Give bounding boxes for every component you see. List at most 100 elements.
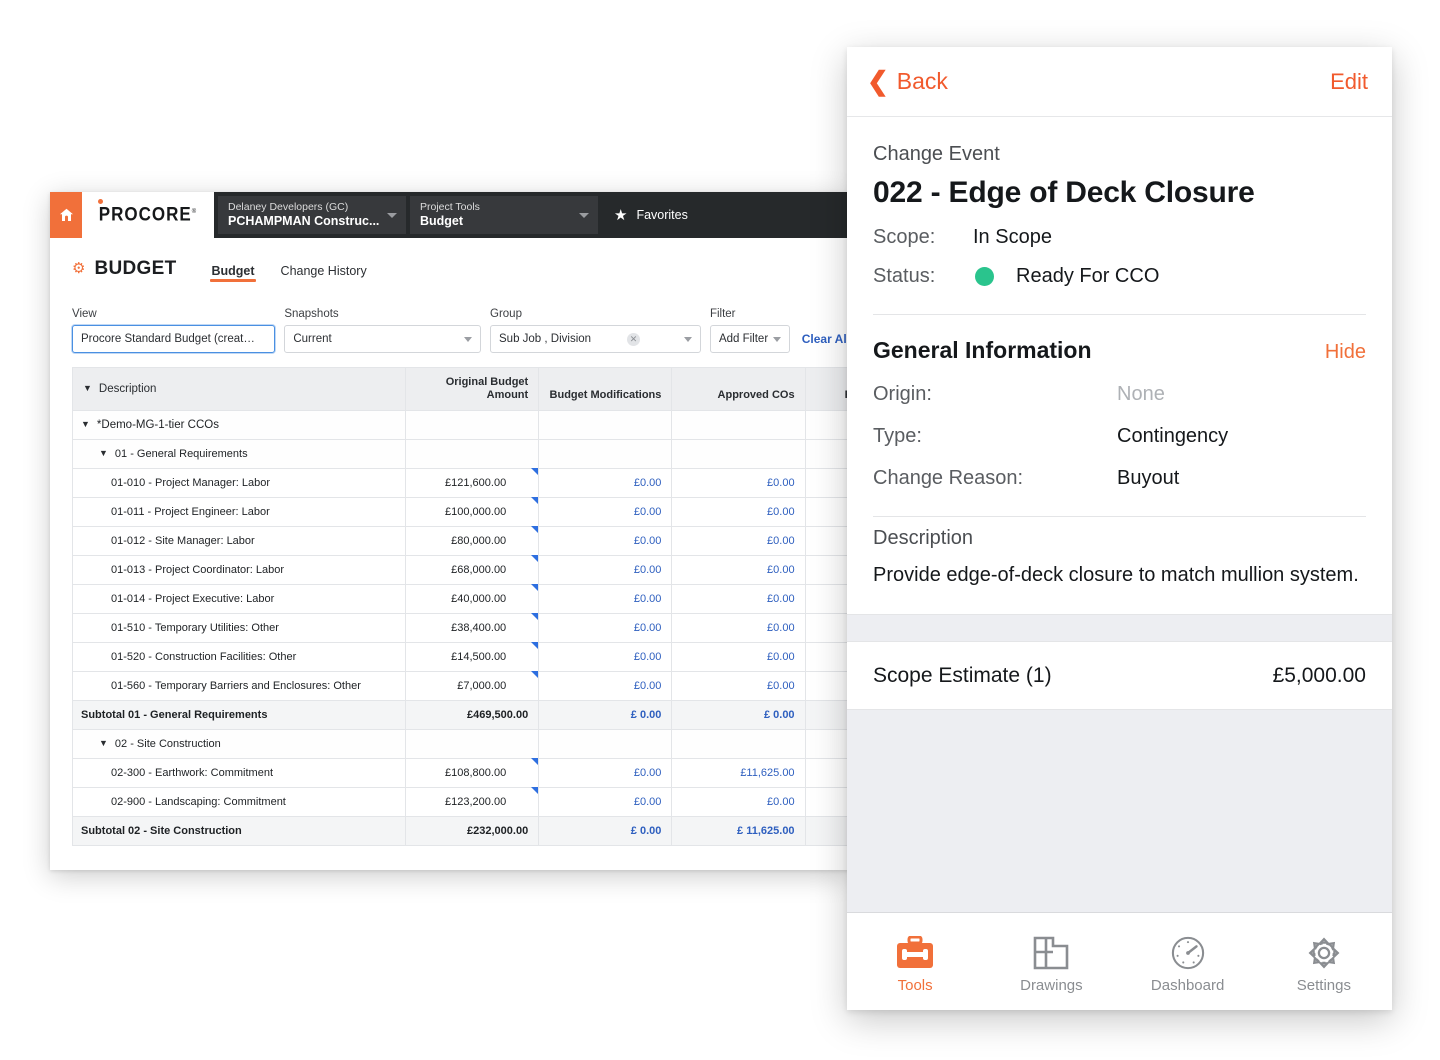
tab-tools[interactable]: Tools xyxy=(847,930,983,994)
cell-budget-modifications: £ 0.00 xyxy=(539,701,672,730)
row-description: 01-010 - Project Manager: Labor xyxy=(73,469,406,498)
origin-value: None xyxy=(1117,383,1165,406)
change-event-title: 022 - Edge of Deck Closure xyxy=(873,176,1366,210)
hide-general-information-link[interactable]: Hide xyxy=(1325,341,1366,364)
table-row[interactable]: 02-300 - Earthwork: Commitment£108,800.0… xyxy=(73,759,851,788)
procore-logo[interactable]: PROCORE® xyxy=(82,192,214,238)
cell-value: £0.00 xyxy=(634,680,662,692)
logo-orange-dot xyxy=(98,199,103,204)
col-budget-modifications[interactable]: Budget Modifications xyxy=(539,368,672,411)
table-row[interactable]: ▼02 - Site Construction xyxy=(73,730,851,759)
scope-row: Scope: In Scope xyxy=(873,226,1366,249)
cell-budget-modifications: £0.00 xyxy=(539,556,672,585)
edit-button[interactable]: Edit xyxy=(1330,69,1368,95)
cell-approved-cos: £11,625.00 xyxy=(672,759,805,788)
table-row[interactable]: ▼ 01 - General Requirements xyxy=(73,440,851,469)
home-button[interactable] xyxy=(50,192,82,238)
cell-original-budget: £80,000.00••• xyxy=(406,527,539,556)
tab-change-history[interactable]: Change History xyxy=(280,246,368,292)
cell-revised-budget: £40,000.00 xyxy=(805,585,850,614)
row-description-label: Subtotal 02 - Site Construction xyxy=(81,825,242,837)
table-row[interactable]: 01-012 - Site Manager: Labor £80,000.00••… xyxy=(73,527,851,556)
row-description: Subtotal 01 - General Requirements xyxy=(73,701,406,730)
view-select[interactable]: Procore Standard Budget (creat… xyxy=(72,325,275,353)
cell-value: £0.00 xyxy=(634,767,662,779)
floorplan-icon xyxy=(1033,930,1069,970)
chevron-down-icon xyxy=(387,213,397,218)
tab-dashboard[interactable]: Dashboard xyxy=(1120,930,1256,994)
col-revised-budget[interactable]: Revised Budget xyxy=(805,368,850,411)
global-navbar: PROCORE® Delaney Developers (GC) PCHAMPM… xyxy=(50,192,850,238)
cell-approved-cos xyxy=(672,440,805,469)
table-row[interactable]: Subtotal 01 - General Requirements£469,5… xyxy=(73,701,851,730)
table-row[interactable]: 01-510 - Temporary Utilities: Other£38,4… xyxy=(73,614,851,643)
row-description-label: 01-012 - Site Manager: Labor xyxy=(111,535,255,547)
scope-estimate-amount: £5,000.00 xyxy=(1273,664,1366,688)
snapshots-label: Snapshots xyxy=(284,308,481,320)
row-description-label: 01 - General Requirements xyxy=(115,448,248,460)
cell-value: £0.00 xyxy=(634,535,662,547)
tab-drawings[interactable]: Drawings xyxy=(983,930,1119,994)
col-approved-cos[interactable]: Approved COs xyxy=(672,368,805,411)
cell-value: £ 0.00 xyxy=(764,709,795,721)
view-select-value: Procore Standard Budget (creat… xyxy=(81,333,255,345)
status-label: Status: xyxy=(873,265,973,288)
tab-settings[interactable]: Settings xyxy=(1256,930,1392,994)
table-row[interactable]: 01-011 - Project Engineer: Labor£100,000… xyxy=(73,498,851,527)
cell-original-budget: £7,000.00••• xyxy=(406,672,539,701)
screenshot-root: PROCORE® Delaney Developers (GC) PCHAMPM… xyxy=(0,0,1440,1060)
page-tabs: Budget Change History xyxy=(210,238,367,299)
col-original-budget-amount[interactable]: Original Budget Amount xyxy=(406,368,539,411)
clear-all-link[interactable]: Clear All xyxy=(802,332,850,346)
cell-value: £0.00 xyxy=(767,477,795,489)
filter-label: Filter xyxy=(710,308,790,320)
table-row[interactable]: 01-520 - Construction Facilities: Other£… xyxy=(73,643,851,672)
table-row[interactable]: 01-560 - Temporary Barriers and Enclosur… xyxy=(73,672,851,701)
gear-icon[interactable]: ⚙ xyxy=(72,261,85,276)
cell-approved-cos: £0.00 xyxy=(672,643,805,672)
table-row[interactable]: 02-900 - Landscaping: Commitment£123,200… xyxy=(73,788,851,817)
cell-value: £0.00 xyxy=(634,477,662,489)
project-tools-selector[interactable]: Project Tools Budget xyxy=(410,196,598,234)
snapshots-select[interactable]: Current xyxy=(284,325,481,353)
cell-approved-cos: £0.00 xyxy=(672,672,805,701)
cell-value: £232,000.00 xyxy=(467,825,528,837)
table-row[interactable]: ▼*Demo-MG-1-tier CCOs xyxy=(73,411,851,440)
mobile-navbar: ❮ Back Edit xyxy=(847,47,1392,117)
cell-revised-budget xyxy=(805,730,850,759)
tab-budget[interactable]: Budget xyxy=(210,246,255,292)
type-label: Type: xyxy=(873,425,1117,448)
table-row[interactable]: Subtotal 02 - Site Construction £232,000.… xyxy=(73,817,851,846)
cell-budget-modifications xyxy=(539,440,672,469)
company-project-selector[interactable]: Delaney Developers (GC) PCHAMPMAN Constr… xyxy=(218,196,406,234)
cell-budget-modifications: £0.00 xyxy=(539,672,672,701)
change-reason-label: Change Reason: xyxy=(873,467,1117,490)
group-select[interactable]: Sub Job , Division ✕ xyxy=(490,325,701,353)
change-reason-row: Change Reason: Buyout xyxy=(873,467,1366,490)
scope-estimate-row[interactable]: Scope Estimate (1) £5,000.00 xyxy=(847,642,1392,710)
cell-revised-budget: £123,200.00 xyxy=(805,788,850,817)
chevron-down-icon[interactable]: ▼ xyxy=(99,738,108,748)
chevron-down-icon[interactable]: ▼ xyxy=(99,448,108,458)
cell-revised-budget: £14,500.00 xyxy=(805,643,850,672)
table-row[interactable]: 01-010 - Project Manager: Labor £121,600.… xyxy=(73,469,851,498)
cell-value: £68,000.00 xyxy=(451,564,506,576)
clear-circle-icon[interactable]: ✕ xyxy=(627,333,640,346)
add-filter-button[interactable]: Add Filter xyxy=(710,325,790,353)
budget-table-wrapper: ▼Description Original Budget Amount Budg… xyxy=(50,367,850,846)
table-row[interactable]: 01-014 - Project Executive: Labor£40,000… xyxy=(73,585,851,614)
record-type-label: Change Event xyxy=(873,143,1366,166)
back-button[interactable]: ❮ Back xyxy=(867,68,948,95)
chevron-down-icon[interactable]: ▼ xyxy=(81,419,90,429)
cell-revised-budget: £121,600.00 xyxy=(805,469,850,498)
cell-revised-budget: £68,000.00 xyxy=(805,556,850,585)
favorites-button[interactable]: ★ Favorites xyxy=(602,196,850,234)
col-description[interactable]: ▼Description xyxy=(73,368,406,411)
company-name: Delaney Developers (GC) xyxy=(228,201,396,214)
table-row[interactable]: 01-013 - Project Coordinator: Labor£68,0… xyxy=(73,556,851,585)
project-tools-value: Budget xyxy=(420,214,588,229)
row-description-label: 01-560 - Temporary Barriers and Enclosur… xyxy=(111,680,361,692)
row-description: Subtotal 02 - Site Construction xyxy=(73,817,406,846)
cell-revised-budget xyxy=(805,411,850,440)
chevron-down-icon xyxy=(773,337,781,342)
